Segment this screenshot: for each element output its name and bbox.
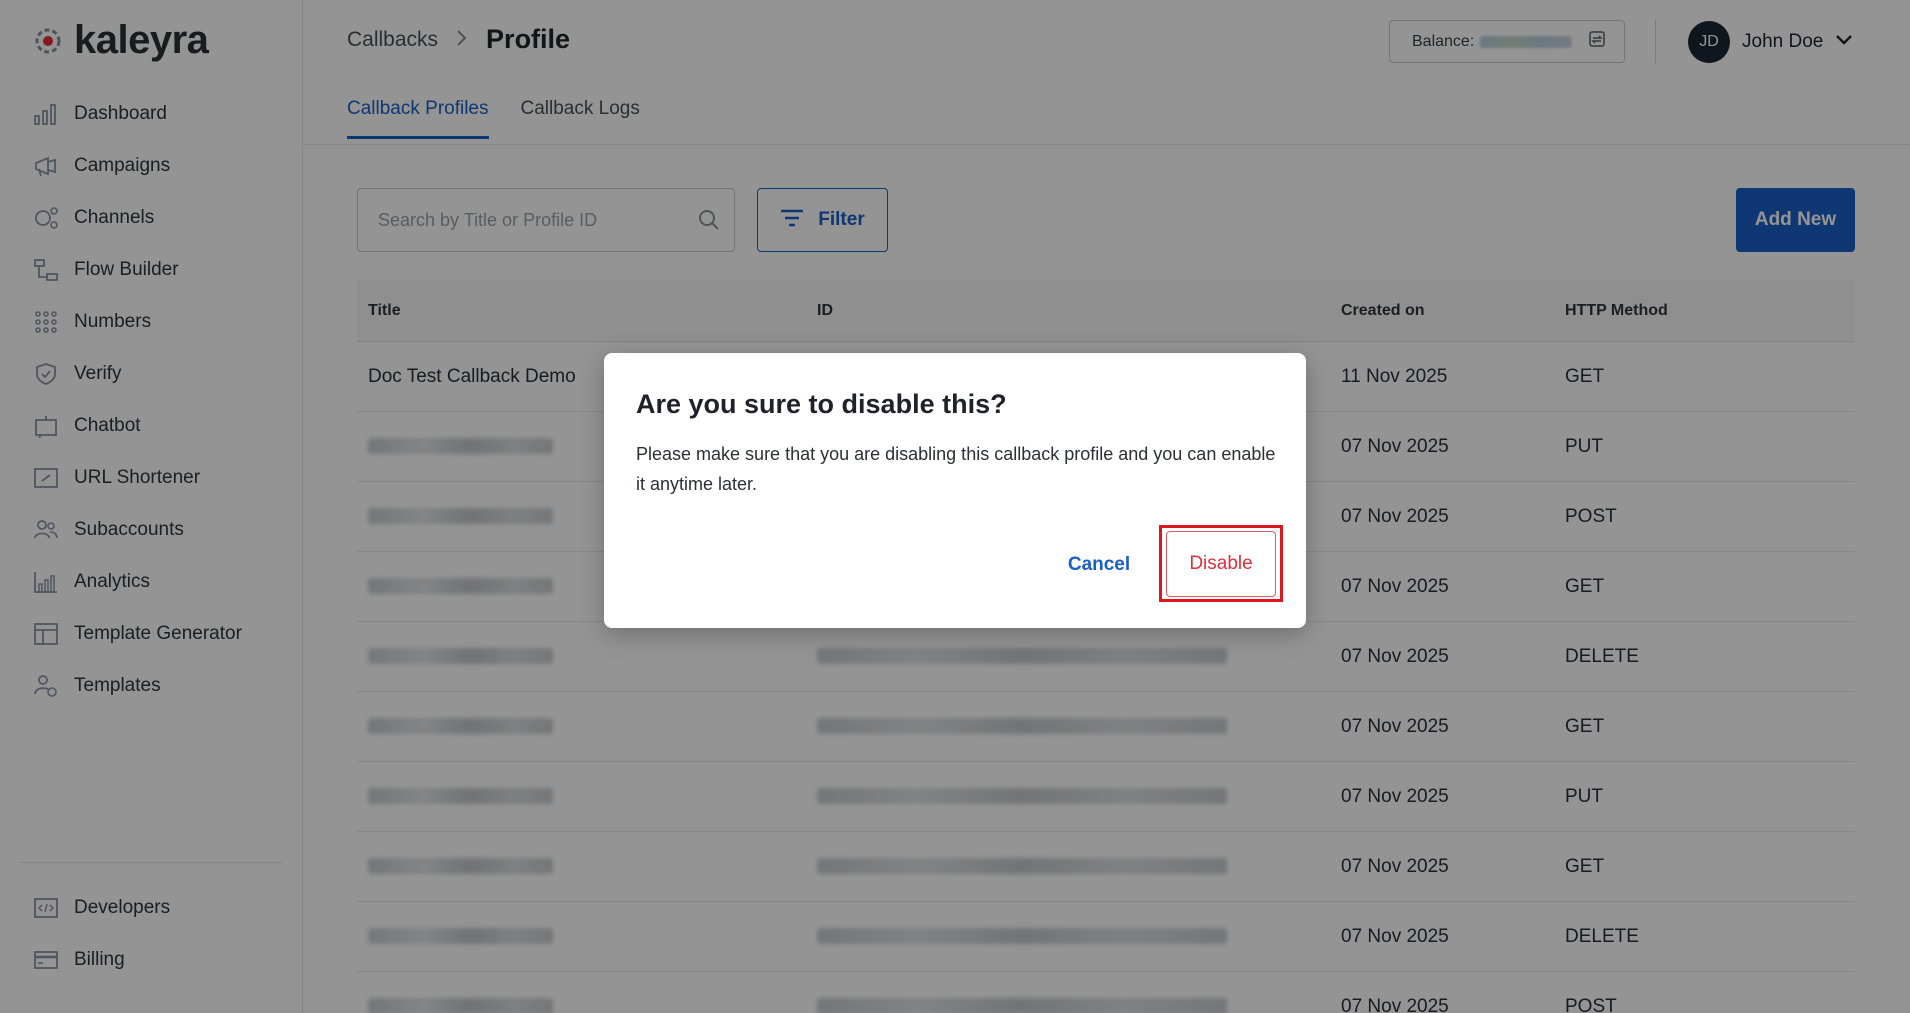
disable-button[interactable]: Disable [1166, 531, 1276, 597]
cancel-button[interactable]: Cancel [1048, 543, 1150, 587]
dialog-message: Please make sure that you are disabling … [636, 444, 1276, 494]
disable-confirm-dialog: Are you sure to disable this? Please mak… [604, 353, 1306, 628]
dialog-title: Are you sure to disable this? [636, 389, 1007, 419]
